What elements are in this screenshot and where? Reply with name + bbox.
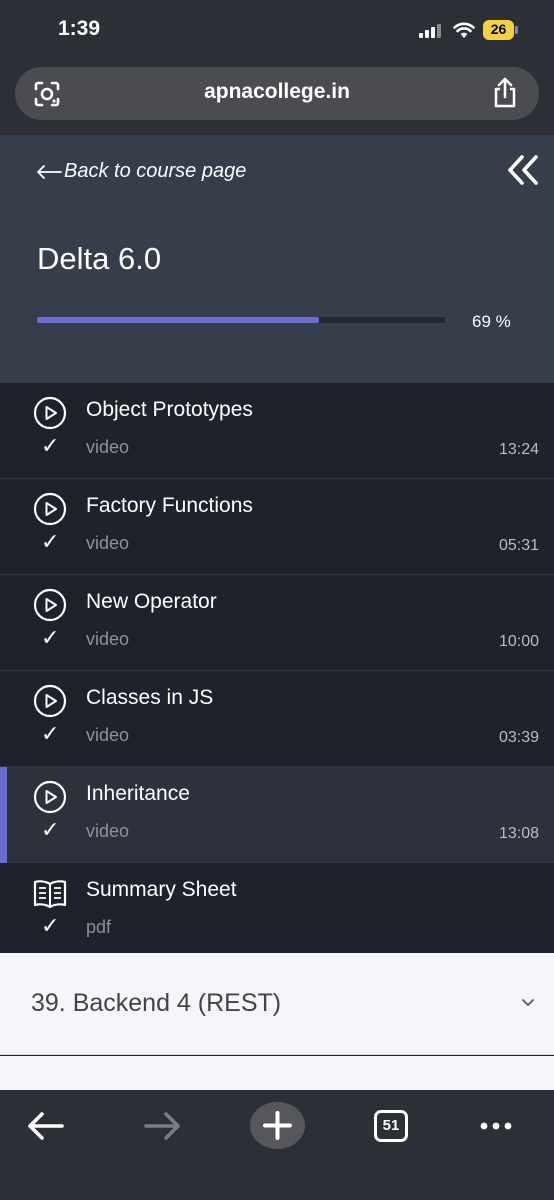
wifi-icon — [453, 22, 475, 38]
browser-chrome: 1:39 26 apnacollege.in — [0, 0, 554, 135]
back-to-course-link[interactable]: Back to course page — [36, 160, 246, 183]
lesson-duration: 13:08 — [498, 825, 539, 842]
play-icon — [33, 396, 67, 430]
lesson-item[interactable]: ✓ New Operator video 10:00 — [0, 575, 554, 671]
lesson-duration: 10:00 — [498, 633, 539, 650]
status-time: 1:39 — [58, 17, 101, 40]
lesson-type: video — [86, 437, 130, 457]
lesson-item-active[interactable]: ✓ Inheritance video 13:08 — [0, 767, 554, 863]
lesson-type: video — [86, 533, 130, 553]
double-chevron-left-icon[interactable] — [506, 154, 540, 186]
lesson-item[interactable]: ✓ Summary Sheet pdf — [0, 863, 554, 959]
chevron-down-icon[interactable] — [520, 995, 536, 1011]
play-icon — [33, 492, 67, 526]
book-icon — [33, 880, 67, 909]
battery-icon: 26 — [483, 20, 518, 40]
back-link-label: Back to course page — [64, 160, 247, 182]
left-arrow-icon — [37, 164, 62, 179]
course-title: Delta 6.0 — [37, 241, 162, 276]
lesson-item[interactable]: ✓ Object Prototypes video 13:24 — [0, 383, 554, 479]
completed-check-icon: ✓ — [41, 721, 60, 746]
lesson-type: pdf — [86, 917, 112, 937]
lesson-type: video — [86, 629, 130, 649]
more-icon — [480, 1122, 512, 1130]
address-bar[interactable]: apnacollege.in — [15, 67, 539, 120]
play-icon — [33, 588, 67, 622]
play-icon — [33, 684, 67, 718]
course-progress-bar — [37, 317, 445, 323]
lesson-duration: 05:31 — [498, 537, 539, 554]
lesson-duration: 13:24 — [498, 441, 539, 458]
lesson-type: video — [86, 821, 130, 841]
course-header: Back to course page Delta 6.0 69 % — [0, 135, 554, 383]
page-content-continuation — [0, 1056, 554, 1090]
lesson-title: New Operator — [86, 590, 217, 613]
play-icon — [33, 780, 67, 814]
lesson-list: ✓ Object Prototypes video 13:24 ✓ Factor… — [0, 383, 554, 959]
lesson-title: Factory Functions — [86, 494, 253, 517]
lesson-title: Object Prototypes — [86, 398, 253, 421]
new-tab-button[interactable] — [250, 1102, 305, 1149]
tabs-icon: 51 — [374, 1110, 408, 1142]
completed-check-icon: ✓ — [41, 625, 60, 650]
completed-check-icon: ✓ — [41, 913, 60, 938]
plus-icon — [263, 1111, 292, 1140]
browser-toolbar: 51 — [0, 1090, 554, 1200]
tabs-button[interactable]: 51 — [368, 1104, 424, 1148]
completed-check-icon: ✓ — [41, 817, 60, 842]
back-button[interactable] — [20, 1104, 76, 1148]
back-arrow-icon — [28, 1112, 64, 1140]
lesson-item[interactable]: ✓ Classes in JS video 03:39 — [0, 671, 554, 767]
battery-level: 26 — [490, 21, 507, 37]
course-progress-fill — [37, 317, 319, 323]
section-accordion[interactable]: 39. Backend 4 (REST) — [0, 953, 554, 1055]
url-text[interactable]: apnacollege.in — [15, 80, 539, 104]
forward-arrow-icon — [144, 1112, 180, 1140]
lesson-title: Classes in JS — [86, 686, 214, 709]
signal-icon — [419, 24, 443, 38]
share-icon[interactable] — [490, 77, 520, 109]
forward-button[interactable] — [134, 1104, 190, 1148]
section-title: 39. Backend 4 (REST) — [31, 989, 282, 1017]
lesson-item[interactable]: ✓ Factory Functions video 05:31 — [0, 479, 554, 575]
completed-check-icon: ✓ — [41, 529, 60, 554]
lesson-duration: 03:39 — [498, 729, 539, 746]
course-progress-label: 69 % — [472, 312, 511, 331]
more-button[interactable] — [470, 1104, 526, 1148]
lesson-title: Summary Sheet — [86, 878, 237, 901]
lesson-title: Inheritance — [86, 782, 190, 805]
lesson-type: video — [86, 725, 130, 745]
completed-check-icon: ✓ — [41, 433, 60, 458]
